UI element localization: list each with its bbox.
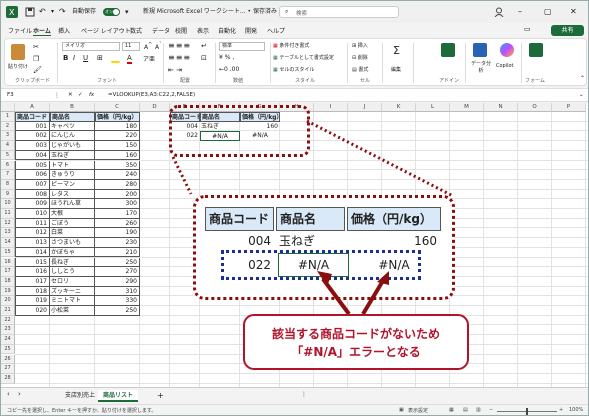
sheet-tab-branch-sales[interactable]: 支店別売上 <box>60 390 100 402</box>
zoom-level[interactable]: 100% <box>569 407 583 413</box>
excel-window: X ↶ ▾ ↷ 自動保存 オン ▾ 新規 Microsoft Excel ワーク… <box>0 0 589 416</box>
prev-sheet-icon[interactable]: ‹ <box>7 390 10 398</box>
status-message: コピー先を選択し、Enter キーを押すか、貼り付けを選択します。 <box>7 408 157 414</box>
more-options-icon[interactable]: ⋮ <box>301 391 307 398</box>
display-settings[interactable]: 表示設定 <box>408 407 428 414</box>
sheet-tab-product-list[interactable]: 商品リスト <box>98 390 139 402</box>
display-settings-icon[interactable]: ▣ <box>399 407 404 413</box>
next-sheet-icon[interactable]: › <box>18 390 21 398</box>
zoom-slider-thumb[interactable] <box>526 408 528 415</box>
normal-view-icon[interactable]: ▦ <box>449 407 454 413</box>
page-break-view-icon[interactable]: ▥ <box>476 407 481 413</box>
callout-line-1: 該当する商品コードがないため <box>271 327 440 341</box>
zoom-in-icon[interactable]: + <box>559 407 563 413</box>
status-bar: コピー先を選択し、Enter キーを押すか、貼り付けを選択します。 ▣ 表示設定… <box>1 404 588 415</box>
error-callout: 該当する商品コードがないため 「#N/A」エラーとなる <box>243 314 469 370</box>
sheet-tab-bar: ‹ › 支店別売上 商品リスト + ⋮ <box>1 387 588 404</box>
callout-line-2: 「#N/A」エラーとなる <box>291 345 421 359</box>
zoom-out-icon[interactable]: − <box>489 407 493 413</box>
page-layout-view-icon[interactable]: ▤ <box>463 407 468 413</box>
add-sheet-button[interactable]: + <box>152 390 169 402</box>
